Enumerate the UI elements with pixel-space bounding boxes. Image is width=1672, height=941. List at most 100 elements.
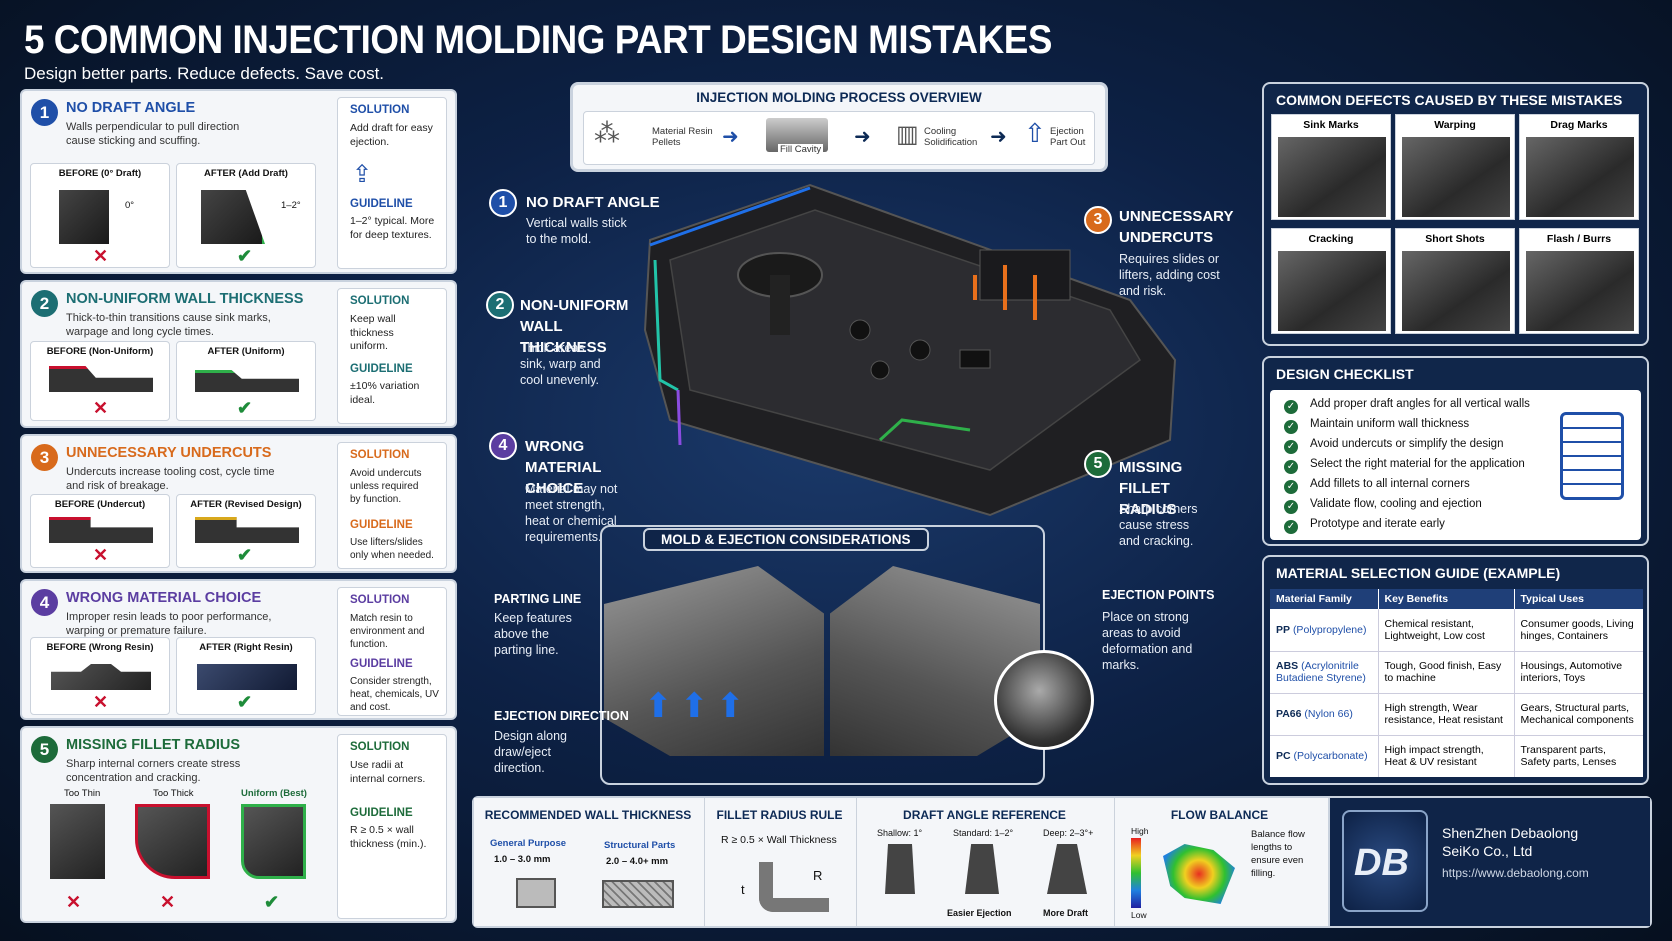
mistake-title-3: UNNECESSARY UNDERCUTS bbox=[66, 445, 272, 461]
before-cross-icon-1: ✕ bbox=[93, 246, 109, 266]
process-steps-row: ⁂ Material Resin Pellets ➜ Fill Cavity ➜… bbox=[583, 111, 1095, 165]
defects-title: COMMON DEFECTS CAUSED BY THESE MISTAKES bbox=[1276, 92, 1623, 108]
fillet-uniform-illustration bbox=[241, 804, 306, 879]
materials-row-1: PP (Polypropylene) Chemical resistant, L… bbox=[1270, 609, 1643, 651]
draft-angle-title: DRAFT ANGLE REFERENCE bbox=[903, 808, 1066, 822]
guideline-text-2: ±10% variation ideal. bbox=[350, 380, 420, 406]
solution-panel-4: SOLUTION Match resin to environment and … bbox=[337, 587, 447, 716]
before-cross-icon-4: ✕ bbox=[93, 692, 109, 712]
ejection-arrow-icon-3: ⬆ bbox=[716, 687, 745, 725]
draft-standard-shape bbox=[965, 844, 999, 894]
after-label-3: AFTER (Revised Design) bbox=[190, 499, 302, 510]
wall-thickness-panel: RECOMMENDED WALL THICKNESS General Purpo… bbox=[474, 798, 702, 926]
flow-balance-desc: Balance flow lengths to ensure even fill… bbox=[1251, 829, 1305, 879]
defect-image-6 bbox=[1526, 251, 1634, 331]
materials-row-3: PA66 (Nylon 66) High strength, Wear resi… bbox=[1270, 693, 1643, 735]
guideline-label-2: GUIDELINE bbox=[350, 363, 413, 375]
draft-deep-shape bbox=[1047, 844, 1087, 894]
mistake-desc-2: Thick-to-thin transitions cause sink mar… bbox=[66, 312, 271, 338]
flow-balance-title: FLOW BALANCE bbox=[1170, 808, 1269, 822]
company-url[interactable]: https://www.debaolong.com bbox=[1442, 866, 1589, 880]
material-benefits-2: Tough, Good finish, Easy to machine bbox=[1377, 651, 1514, 693]
material-abbr-2: ABS bbox=[1276, 660, 1299, 672]
mistake-title-2: NON-UNIFORM WALL THICKNESS bbox=[66, 291, 304, 307]
solution-text-3: Avoid undercuts unless required by funct… bbox=[350, 468, 422, 505]
ejection-icon: ⇧ bbox=[1024, 118, 1046, 148]
company-name: ShenZhen Debaolong SeiKo Co., Ltd bbox=[1442, 825, 1579, 859]
general-purpose-block bbox=[516, 878, 556, 908]
fillet-rule-panel: FILLET RADIUS RULE R ≥ 0.5 × Wall Thickn… bbox=[704, 798, 854, 926]
fillet-option-label-2: Too Thick bbox=[153, 788, 194, 799]
checklist-text-7: Prototype and iterate early bbox=[1310, 518, 1445, 530]
defect-sink-marks: Sink Marks bbox=[1271, 114, 1391, 220]
fillet-check-icon: ✔ bbox=[264, 892, 280, 912]
checklist-item-1: ✓ Add proper draft angles for all vertica… bbox=[1284, 398, 1530, 414]
defect-label-2: Warping bbox=[1434, 119, 1476, 131]
guideline-text-1: 1–2° typical. More for deep textures. bbox=[350, 215, 435, 241]
defects-panel: COMMON DEFECTS CAUSED BY THESE MISTAKES … bbox=[1262, 82, 1649, 346]
check-circle-icon: ✓ bbox=[1284, 460, 1298, 474]
after-panel-4: AFTER (Right Resin) ✔ bbox=[176, 637, 316, 715]
callout-desc-1: Vertical walls stick to the mold. bbox=[526, 216, 627, 246]
material-name-3: (Nylon 66) bbox=[1304, 708, 1353, 720]
before-panel-1: BEFORE (0° Draft) 0° ✕ bbox=[30, 163, 170, 268]
ejection-arrow-icon-1: ⬆ bbox=[644, 687, 673, 725]
cooling-icon: ▥ bbox=[896, 121, 919, 148]
ejection-points-title: EJECTION POINTS bbox=[1102, 588, 1215, 602]
defect-flash-burrs: Flash / Burrs bbox=[1519, 228, 1639, 334]
defect-short-shots: Short Shots bbox=[1395, 228, 1515, 334]
callout-number-1: 1 bbox=[489, 189, 517, 217]
draft-deep-label: Deep: 2–3°+ bbox=[1043, 828, 1094, 838]
after-check-icon-2: ✔ bbox=[237, 398, 253, 418]
callout-title-3: UNNECESSARY UNDERCUTS bbox=[1119, 208, 1234, 246]
mistake-title-1: NO DRAFT ANGLE bbox=[66, 100, 196, 116]
material-name-1: (Polypropylene) bbox=[1292, 623, 1367, 636]
before-panel-2: BEFORE (Non-Uniform) ✕ bbox=[30, 341, 170, 421]
process-step-4: Ejection Part Out bbox=[1050, 126, 1086, 148]
solution-label-4: SOLUTION bbox=[350, 594, 410, 606]
before-label-1: BEFORE (0° Draft) bbox=[58, 168, 142, 179]
mistake-number-1: 1 bbox=[31, 99, 58, 126]
page-title: 5 COMMON INJECTION MOLDING PART DESIGN M… bbox=[24, 18, 1052, 62]
checklist-text-3: Avoid undercuts or simplify the design bbox=[1310, 438, 1504, 450]
callout-desc-3: Requires slides or lifters, adding cost … bbox=[1119, 252, 1220, 298]
materials-header-2: Key Benefits bbox=[1377, 589, 1514, 609]
mistake-number-5: 5 bbox=[31, 736, 58, 763]
checklist-body: ✓ Add proper draft angles for all vertica… bbox=[1270, 390, 1641, 540]
before-panel-3: BEFORE (Undercut) ✕ bbox=[30, 494, 170, 568]
materials-table: Material Family Key Benefits Typical Use… bbox=[1270, 589, 1643, 777]
material-benefits-3: High strength, Wear resistance, Heat res… bbox=[1377, 693, 1514, 735]
solution-panel-2: SOLUTION Keep wall thickness uniform. GU… bbox=[337, 288, 447, 424]
defect-image-4 bbox=[1278, 251, 1386, 331]
after-label-4: AFTER (Right Resin) bbox=[199, 642, 293, 653]
mistake-card-5: 5 MISSING FILLET RADIUS Sharp internal c… bbox=[20, 726, 457, 923]
before-illustration-1 bbox=[59, 190, 109, 244]
company-logo: DB bbox=[1342, 810, 1428, 912]
material-uses-4: Transparent parts, Safety parts, Lenses bbox=[1513, 735, 1643, 777]
guideline-label-4: GUIDELINE bbox=[350, 658, 413, 670]
clipboard-icon bbox=[1560, 412, 1624, 500]
check-circle-icon: ✓ bbox=[1284, 440, 1298, 454]
checklist-text-2: Maintain uniform wall thickness bbox=[1310, 418, 1470, 430]
material-uses-3: Gears, Structural parts, Mechanical comp… bbox=[1513, 693, 1643, 735]
solution-label-2: SOLUTION bbox=[350, 295, 410, 307]
check-circle-icon: ✓ bbox=[1284, 400, 1298, 414]
mistake-title-5: MISSING FILLET RADIUS bbox=[66, 737, 240, 753]
process-step-1: Material Resin Pellets bbox=[652, 126, 713, 148]
material-benefits-1: Chemical resistant, Lightweight, Low cos… bbox=[1377, 609, 1514, 651]
flow-high-label: High bbox=[1131, 826, 1149, 836]
page-subtitle: Design better parts. Reduce defects. Sav… bbox=[24, 64, 385, 83]
mistake-title-4: WRONG MATERIAL CHOICE bbox=[66, 590, 262, 606]
after-angle-note-1: 1–2° bbox=[281, 200, 301, 211]
flow-simulation-image bbox=[1163, 844, 1235, 904]
after-panel-2: AFTER (Uniform) ✔ bbox=[176, 341, 316, 421]
checklist-text-6: Validate flow, cooling and ejection bbox=[1310, 498, 1482, 510]
ejection-direction-title: EJECTION DIRECTION bbox=[494, 709, 629, 723]
materials-header-1: Material Family bbox=[1276, 593, 1352, 605]
ejection-direction-desc: Design along draw/eject direction. bbox=[494, 729, 567, 775]
mistake-card-3: 3 UNNECESSARY UNDERCUTS Undercuts increa… bbox=[20, 434, 457, 573]
checklist-item-7: ✓ Prototype and iterate early bbox=[1284, 518, 1445, 534]
guideline-label-3: GUIDELINE bbox=[350, 519, 413, 531]
process-step-3: Cooling Solidification bbox=[924, 126, 978, 148]
checklist-panel: DESIGN CHECKLIST ✓ Add proper draft angle… bbox=[1262, 356, 1649, 546]
